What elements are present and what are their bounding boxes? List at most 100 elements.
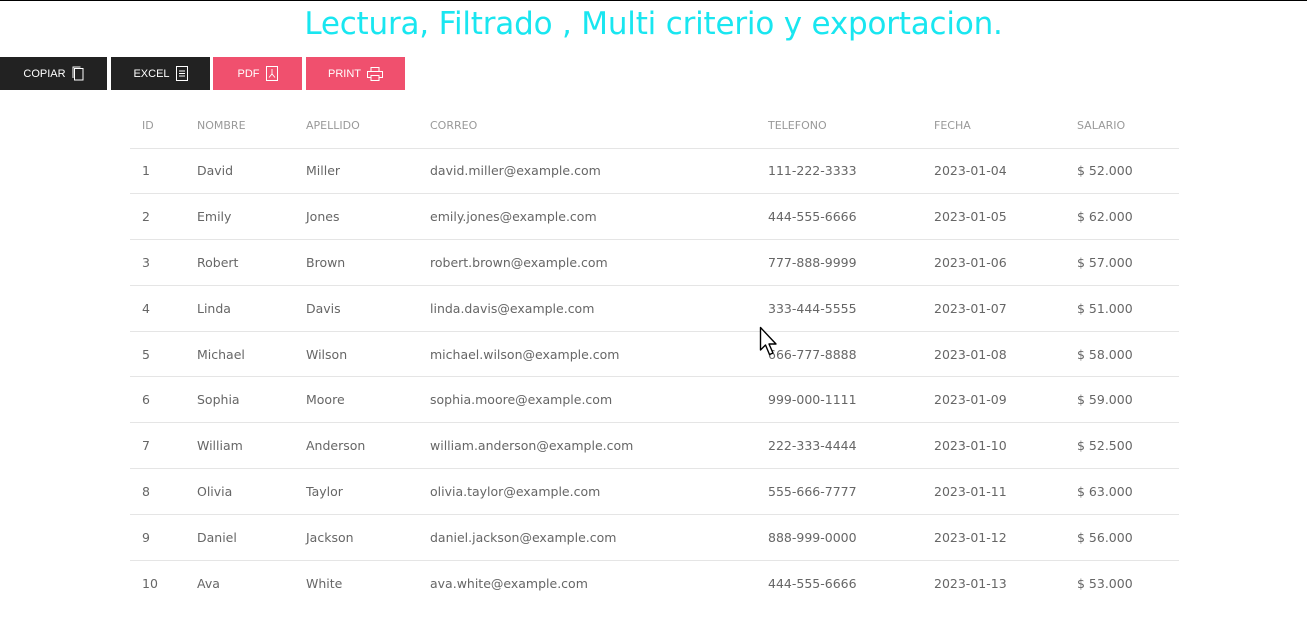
cell-nombre: Ava <box>197 575 220 591</box>
table-row: 2 Emily Jones emily.jones@example.com 44… <box>130 193 1179 241</box>
cell-apellido: Miller <box>294 148 418 195</box>
cell-nombre: Olivia <box>185 468 294 515</box>
cell-salario: $ 58.000 <box>1065 331 1179 378</box>
cell-correo: david.miller@example.com <box>418 148 756 195</box>
cell-telefono: 444-555-6666 <box>768 575 857 591</box>
cell-nombre: Daniel <box>185 514 294 561</box>
cell-telefono: 333-444-5555 <box>756 285 922 332</box>
file-pdf-icon <box>265 66 278 81</box>
cell-correo: robert.brown@example.com <box>418 239 756 286</box>
column-header-nombre[interactable]: NOMBRE <box>185 104 294 149</box>
file-text-icon <box>175 66 188 81</box>
cell-apellido: Jackson <box>294 514 418 561</box>
cell-fecha: 2023-01-12 <box>922 514 1065 561</box>
table-row: 1 David Miller david.miller@example.com … <box>130 148 1179 195</box>
column-header-id[interactable]: ID <box>130 104 185 149</box>
cell-fecha: 2023-01-09 <box>922 376 1065 424</box>
cell-id: 1 <box>130 148 185 195</box>
cell-nombre: Linda <box>185 285 294 332</box>
cell-correo: sophia.moore@example.com <box>418 376 756 424</box>
cell-telefono: 888-999-0000 <box>756 514 922 561</box>
print-button[interactable]: PRINT <box>306 57 405 90</box>
cell-fecha: 2023-01-04 <box>922 148 1065 195</box>
cell-nombre: Michael <box>185 331 294 378</box>
cell-fecha: 2023-01-05 <box>922 193 1065 241</box>
cell-id: 9 <box>130 514 185 561</box>
cell-correo: daniel.jackson@example.com <box>418 514 756 561</box>
table-row: 5 Michael Wilson michael.wilson@example.… <box>130 331 1179 378</box>
column-header-correo[interactable]: CORREO <box>418 104 756 149</box>
cell-nombre: Robert <box>185 239 294 286</box>
cell-id: 4 <box>130 285 185 332</box>
cell-correo: emily.jones@example.com <box>418 193 756 241</box>
cell-fecha: 2023-01-11 <box>922 468 1065 515</box>
cell-apellido: White <box>306 575 343 591</box>
cell-salario: $ 62.000 <box>1065 193 1179 241</box>
cell-salario: $ 57.000 <box>1065 239 1179 286</box>
cell-apellido: Wilson <box>294 331 418 378</box>
cell-fecha: 2023-01-13 <box>934 575 1007 591</box>
column-header-apellido[interactable]: APELLIDO <box>294 104 418 149</box>
cell-telefono: 777-888-9999 <box>756 239 922 286</box>
cell-nombre: William <box>185 422 294 470</box>
table-row: 7 William Anderson william.anderson@exam… <box>130 422 1179 470</box>
cell-salario: $ 52.000 <box>1065 148 1179 195</box>
column-header-telefono[interactable]: TELEFONO <box>756 104 922 149</box>
cell-telefono: 555-666-7777 <box>756 468 922 515</box>
print-button-label: PRINT <box>328 67 361 80</box>
cell-correo: linda.davis@example.com <box>418 285 756 332</box>
cell-fecha: 2023-01-10 <box>922 422 1065 470</box>
cell-correo: olivia.taylor@example.com <box>418 468 756 515</box>
cell-id: 7 <box>130 422 185 470</box>
table-row: 8 Olivia Taylor olivia.taylor@example.co… <box>130 468 1179 515</box>
cell-id: 3 <box>130 239 185 286</box>
table-row: 9 Daniel Jackson daniel.jackson@example.… <box>130 514 1179 561</box>
page-title: Lectura, Filtrado , Multi criterio y exp… <box>304 6 1003 42</box>
cell-salario: $ 63.000 <box>1065 468 1179 515</box>
copy-icon <box>72 66 84 81</box>
cell-id: 8 <box>130 468 185 515</box>
cell-salario: $ 56.000 <box>1065 514 1179 561</box>
column-header-fecha[interactable]: FECHA <box>922 104 1065 149</box>
cell-salario: $ 53.000 <box>1077 575 1133 591</box>
column-header-salario[interactable]: SALARIO <box>1065 104 1179 149</box>
employees-table: ID NOMBRE APELLIDO CORREO TELEFONO FECHA… <box>130 104 1179 606</box>
cell-id: 10 <box>142 575 158 591</box>
cell-correo: michael.wilson@example.com <box>418 331 756 378</box>
cell-telefono: 999-000-1111 <box>756 376 922 424</box>
cell-id: 6 <box>130 376 185 424</box>
cell-telefono: 222-333-4444 <box>756 422 922 470</box>
cell-salario: $ 59.000 <box>1065 376 1179 424</box>
cell-id: 5 <box>130 331 185 378</box>
cell-salario: $ 52.500 <box>1065 422 1179 470</box>
cell-id: 2 <box>130 193 185 241</box>
table-row: 6 Sophia Moore sophia.moore@example.com … <box>130 376 1179 424</box>
excel-button[interactable]: EXCEL <box>111 57 210 90</box>
table-row: 4 Linda Davis linda.davis@example.com 33… <box>130 285 1179 332</box>
table-row: 10 Ava White ava.white@example.com 444-5… <box>130 560 1179 606</box>
top-divider <box>0 0 1307 1</box>
cell-telefono: 444-555-6666 <box>756 193 922 241</box>
copy-button[interactable]: COPIAR <box>0 57 107 90</box>
cell-nombre: Sophia <box>185 376 294 424</box>
cell-apellido: Brown <box>294 239 418 286</box>
cell-telefono: 111-222-3333 <box>756 148 922 195</box>
table-row: 3 Robert Brown robert.brown@example.com … <box>130 239 1179 286</box>
cell-apellido: Jones <box>294 193 418 241</box>
cell-telefono: 666-777-8888 <box>756 331 922 378</box>
cell-fecha: 2023-01-07 <box>922 285 1065 332</box>
cell-correo: william.anderson@example.com <box>418 422 756 470</box>
pdf-button[interactable]: PDF <box>213 57 302 90</box>
excel-button-label: EXCEL <box>133 67 170 80</box>
table-header-row: ID NOMBRE APELLIDO CORREO TELEFONO FECHA… <box>130 104 1179 149</box>
cell-salario: $ 51.000 <box>1065 285 1179 332</box>
cell-nombre: David <box>185 148 294 195</box>
cell-fecha: 2023-01-08 <box>922 331 1065 378</box>
cell-correo: ava.white@example.com <box>430 575 588 591</box>
pdf-button-label: PDF <box>237 67 260 80</box>
cell-fecha: 2023-01-06 <box>922 239 1065 286</box>
copy-button-label: COPIAR <box>23 67 66 80</box>
print-icon <box>367 66 383 81</box>
cell-nombre: Emily <box>185 193 294 241</box>
cell-apellido: Taylor <box>294 468 418 515</box>
